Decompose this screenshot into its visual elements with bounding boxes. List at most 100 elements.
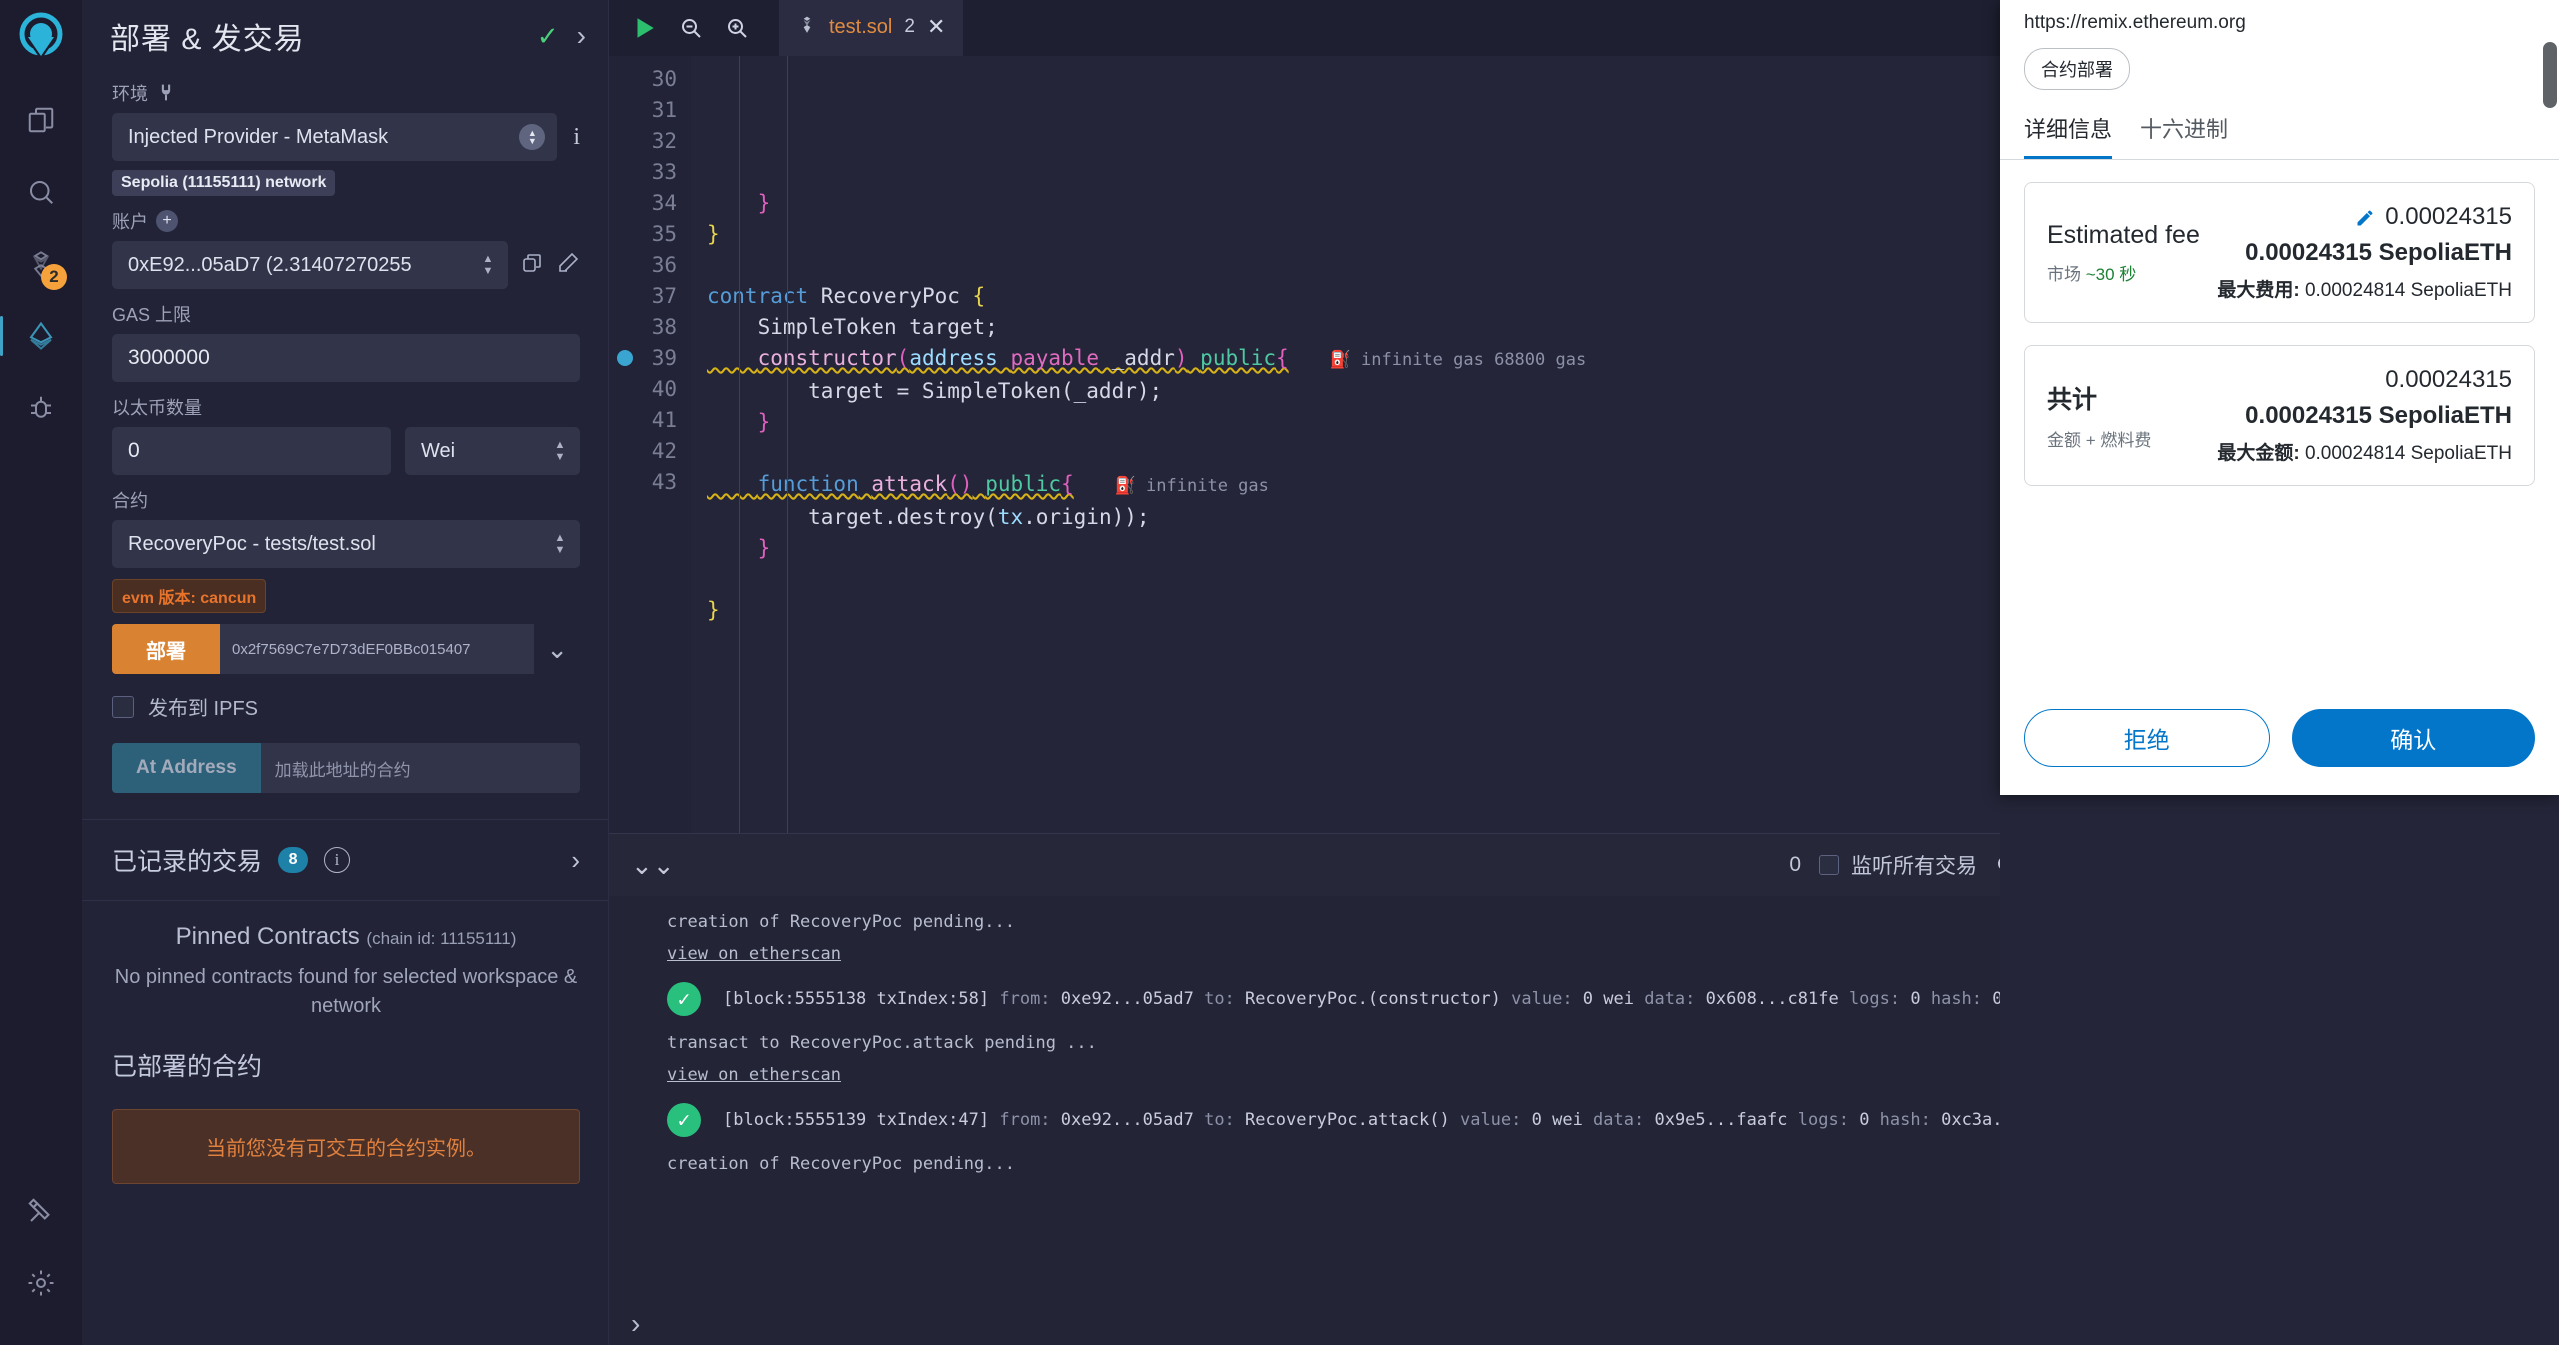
transaction-field — [989, 1110, 999, 1130]
sidebar-item-deploy-run[interactable] — [13, 308, 69, 364]
account-select[interactable]: 0xE92...05aD7 (2.31407270255 ▲▼ — [112, 241, 508, 289]
transaction-field: logs: — [1849, 989, 1900, 1009]
sidebar-item-file-explorer[interactable] — [13, 92, 69, 148]
code-token — [1188, 346, 1201, 370]
total-label: 共计 — [2047, 380, 2151, 416]
sidebar-item-plugin-manager[interactable] — [13, 1183, 69, 1239]
code-token: contract — [707, 284, 808, 308]
listen-all-transactions-toggle[interactable]: 监听所有交易 — [1819, 850, 1977, 880]
estimated-fee-amount-eth: 0.00024315 SepoliaETH — [2217, 239, 2512, 267]
info-circle-icon[interactable]: i — [324, 847, 350, 873]
code-token — [707, 472, 758, 496]
contract-deployment-chip[interactable]: 合约部署 — [2024, 48, 2130, 90]
estimated-fee-amount: 0.00024315 — [2385, 203, 2512, 231]
total-max-row: 最大金额: 0.00024814 SepoliaETH — [2217, 438, 2512, 465]
code-token: function — [758, 472, 859, 496]
publish-ipfs-row[interactable]: 发布到 IPFS — [112, 692, 580, 721]
deploy-address-input[interactable]: 0x2f7569C7e7D73dEF0BBc015407 — [220, 624, 534, 674]
breakpoint-marker[interactable] — [617, 350, 633, 366]
max-amount-value: 0.00024814 SepoliaETH — [2305, 443, 2512, 464]
code-token: SimpleToken target; — [707, 315, 998, 339]
zoom-out-icon[interactable] — [679, 16, 703, 40]
at-address-button[interactable]: At Address — [112, 743, 261, 793]
edit-icon[interactable] — [556, 251, 580, 280]
panel-header: 部署 & 发交易 ✓ › — [82, 0, 608, 68]
chevron-right-icon[interactable]: › — [571, 845, 580, 876]
tab-details[interactable]: 详细信息 — [2024, 112, 2112, 159]
contract-value: RecoveryPoc - tests/test.sol — [128, 533, 552, 556]
gas-limit-input[interactable]: 3000000 — [112, 334, 580, 382]
total-amount: 0.00024315 — [2217, 366, 2512, 394]
sidebar-item-debugger[interactable] — [13, 380, 69, 436]
transaction-field: 0x608...c81fe — [1695, 989, 1849, 1009]
publish-ipfs-checkbox[interactable] — [112, 696, 134, 718]
transaction-field: 0x9e5...faafc — [1644, 1110, 1798, 1130]
code-token: target = SimpleToken(_addr); — [707, 379, 1162, 403]
view-on-etherscan-link[interactable]: view on etherscan — [667, 944, 841, 964]
caret-pair-icon[interactable]: ▲▼ — [552, 534, 568, 554]
confirm-button[interactable]: 确认 — [2292, 709, 2536, 767]
chevron-double-down-icon[interactable]: ⌄⌄ — [631, 850, 675, 881]
plus-icon[interactable]: + — [156, 210, 178, 232]
code-token: payable — [1010, 346, 1099, 370]
reject-button[interactable]: 拒绝 — [2024, 709, 2270, 767]
transaction-field: to: — [1204, 1110, 1235, 1130]
close-icon[interactable]: ✕ — [927, 14, 945, 40]
network-badge: Sepolia (11155111) network — [112, 170, 335, 196]
line-number: 41 — [609, 405, 677, 436]
recorded-transactions-title: 已记录的交易 — [112, 842, 262, 878]
listen-checkbox[interactable] — [1819, 855, 1839, 875]
publish-ipfs-label: 发布到 IPFS — [148, 692, 258, 721]
zoom-in-icon[interactable] — [725, 16, 749, 40]
code-token — [707, 346, 758, 370]
stepper-icon[interactable]: ▲▼ — [519, 124, 545, 150]
play-icon[interactable] — [631, 15, 657, 41]
tab-test-sol[interactable]: test.sol 2 ✕ — [779, 0, 963, 56]
code-token: } — [758, 191, 771, 215]
code-token: _addr — [1099, 346, 1175, 370]
copy-icon[interactable] — [520, 251, 544, 280]
environment-select[interactable]: Injected Provider - MetaMask ▲▼ — [112, 113, 557, 161]
value-unit: Wei — [421, 440, 552, 463]
fee-market-label: 市场 — [2047, 265, 2081, 284]
transaction-field: value: — [1460, 1110, 1521, 1130]
environment-value: Injected Provider - MetaMask — [128, 126, 519, 149]
value-input[interactable]: 0 — [112, 427, 391, 475]
transaction-field: [block:5555139 txIndex:47] — [723, 1110, 989, 1130]
estimated-fee-left: Estimated fee 市场 ~30 秒 — [2047, 221, 2200, 285]
sidebar-item-settings[interactable] — [13, 1255, 69, 1311]
deploy-button[interactable]: 部署 — [112, 624, 220, 674]
tab-hex[interactable]: 十六进制 — [2140, 112, 2228, 159]
chevron-down-icon[interactable]: ⌄ — [534, 624, 580, 674]
pinned-empty-message: No pinned contracts found for selected w… — [112, 963, 580, 1021]
gas-limit-label: GAS 上限 — [112, 301, 580, 327]
pinned-contracts-title: Pinned Contracts (chain id: 11155111) — [112, 923, 580, 951]
code-token: { — [973, 284, 986, 308]
environment-label: 环境 — [112, 80, 148, 106]
recorded-transactions-header[interactable]: 已记录的交易 8 i › — [82, 820, 608, 900]
caret-pair-icon[interactable]: ▲▼ — [552, 441, 568, 461]
check-icon[interactable]: ✓ — [537, 21, 559, 52]
sidebar-item-search[interactable] — [13, 164, 69, 220]
code-token: target.destroy( — [707, 505, 998, 529]
value-unit-select[interactable]: Wei ▲▼ — [405, 427, 580, 475]
code-token: } — [707, 598, 720, 622]
sidebar-item-solidity-compiler[interactable]: 2 — [13, 236, 69, 292]
chevron-right-icon[interactable]: › — [631, 1308, 640, 1340]
account-label-row: 账户 + — [112, 208, 580, 234]
pencil-icon[interactable] — [2355, 207, 2375, 227]
deployed-contracts-title: 已部署的合约 — [112, 1047, 580, 1083]
scrollbar-thumb[interactable] — [2543, 42, 2557, 108]
caret-pair-icon[interactable]: ▲▼ — [480, 255, 496, 275]
tab-problem-count: 2 — [904, 16, 915, 38]
transaction-field: hash: — [1880, 1110, 1931, 1130]
info-icon[interactable]: i — [573, 124, 580, 151]
view-on-etherscan-link[interactable]: view on etherscan — [667, 1065, 841, 1085]
at-address-input[interactable]: 加载此地址的合约 — [261, 743, 580, 793]
rail-bottom-group — [13, 1183, 69, 1345]
solidity-icon — [797, 15, 817, 40]
account-label: 账户 — [112, 208, 148, 234]
chevron-right-icon[interactable]: › — [577, 20, 586, 52]
transaction-field: 0xe92...05ad7 — [1051, 989, 1205, 1009]
contract-select[interactable]: RecoveryPoc - tests/test.sol ▲▼ — [112, 520, 580, 568]
